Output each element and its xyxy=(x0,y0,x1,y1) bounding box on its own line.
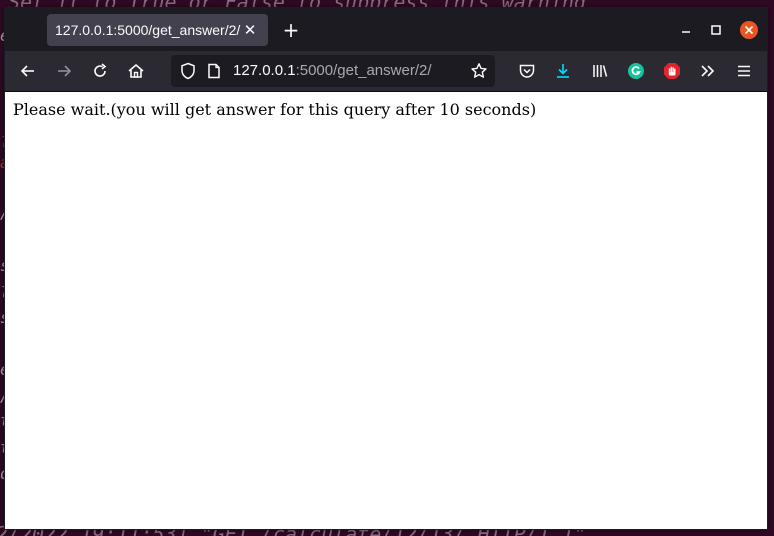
tab-active[interactable]: 127.0.0.1:5000/get_answer/2/ ✕ xyxy=(47,14,268,46)
navigation-toolbar: 127.0.0.1:5000/get_answer/2/ xyxy=(5,51,767,92)
maximize-button[interactable] xyxy=(704,18,728,42)
url-bar[interactable]: 127.0.0.1:5000/get_answer/2/ xyxy=(171,55,495,87)
adblock-icon xyxy=(664,63,680,79)
downloads-button[interactable] xyxy=(549,57,577,85)
grammarly-icon xyxy=(628,63,644,79)
new-tab-button[interactable]: + xyxy=(279,18,303,42)
wait-message: Please wait.(you will get answer for thi… xyxy=(13,100,537,119)
grammarly-button[interactable] xyxy=(622,57,650,85)
close-window-button[interactable] xyxy=(737,18,761,42)
library-icon xyxy=(593,65,608,77)
reload-button[interactable] xyxy=(86,57,114,85)
home-button[interactable] xyxy=(122,57,150,85)
tab-close-icon[interactable]: ✕ xyxy=(240,20,260,40)
close-icon xyxy=(740,21,758,39)
reload-icon xyxy=(94,63,107,77)
pocket-icon xyxy=(519,64,535,78)
minimize-button[interactable] xyxy=(674,18,698,42)
maximize-icon xyxy=(711,25,721,35)
pocket-button[interactable] xyxy=(513,57,541,85)
page-content: Please wait.(you will get answer for thi… xyxy=(5,93,767,529)
overflow-button[interactable] xyxy=(694,57,722,85)
library-button[interactable] xyxy=(586,57,614,85)
browser-window: 127.0.0.1:5000/get_answer/2/ ✕ + 127.0.0… xyxy=(4,7,768,530)
minimize-icon xyxy=(682,31,690,33)
back-button[interactable] xyxy=(14,57,42,85)
bookmark-button[interactable] xyxy=(465,57,493,85)
tracking-shield-icon[interactable] xyxy=(180,62,196,84)
back-icon xyxy=(20,65,34,77)
url-host: 127.0.0.1 xyxy=(233,62,296,79)
download-icon xyxy=(557,64,569,78)
tab-bar: 127.0.0.1:5000/get_answer/2/ ✕ + xyxy=(5,8,767,51)
tab-title: 127.0.0.1:5000/get_answer/2/ xyxy=(55,22,241,38)
overflow-icon xyxy=(701,65,715,77)
forward-button[interactable] xyxy=(50,57,78,85)
menu-button[interactable] xyxy=(730,57,758,85)
menu-icon xyxy=(738,65,750,77)
home-icon xyxy=(128,63,144,78)
forward-icon xyxy=(58,65,72,77)
bookmark-star-icon xyxy=(471,63,487,78)
url-text[interactable]: 127.0.0.1:5000/get_answer/2/ xyxy=(233,62,432,79)
url-path: :5000/get_answer/2/ xyxy=(295,62,432,79)
adblock-button[interactable] xyxy=(658,57,686,85)
page-info-icon[interactable] xyxy=(207,63,221,83)
